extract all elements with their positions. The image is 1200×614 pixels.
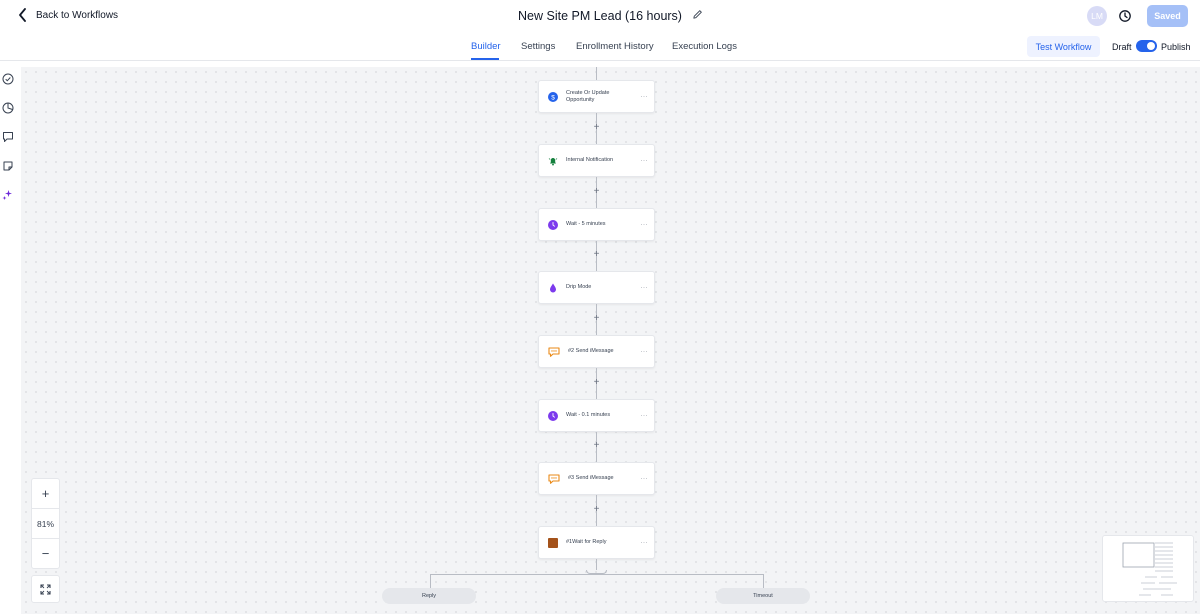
node-menu-icon[interactable]: ··· xyxy=(641,413,649,419)
publish-toggle[interactable] xyxy=(1136,40,1157,52)
minimap-preview xyxy=(1122,542,1177,596)
draft-label: Draft xyxy=(1112,42,1132,52)
svg-text:$: $ xyxy=(551,94,555,101)
add-step-button[interactable]: + xyxy=(592,187,601,197)
branch-connector xyxy=(430,574,764,575)
back-label: Back to Workflows xyxy=(36,9,119,21)
node-menu-icon[interactable]: ··· xyxy=(641,476,649,482)
branch-connector xyxy=(586,570,607,574)
tabs-bar: Builder Settings Enrollment History Exec… xyxy=(0,32,1200,61)
chat-bubble-icon xyxy=(548,346,560,357)
node-label: Wait - 0.1 minutes xyxy=(566,412,611,418)
node-menu-icon[interactable]: ··· xyxy=(641,222,649,228)
branch-connector xyxy=(763,574,764,588)
node-menu-icon[interactable]: ··· xyxy=(641,94,649,100)
node-label: #1Wait for Reply xyxy=(566,539,607,545)
node-label: #3 Send iMessage xyxy=(568,475,614,481)
node-menu-icon[interactable]: ··· xyxy=(641,540,649,546)
active-tab-indicator xyxy=(471,58,499,60)
zoom-controls: + 81% − xyxy=(31,478,60,569)
connector-line xyxy=(596,67,597,80)
fit-view-button[interactable] xyxy=(31,575,60,603)
tab-builder[interactable]: Builder xyxy=(471,41,501,52)
tab-settings[interactable]: Settings xyxy=(521,41,555,52)
connector-line xyxy=(596,559,597,570)
workflow-title: New Site PM Lead (16 hours) xyxy=(518,9,682,23)
workflow-node[interactable]: Wait - 0.1 minutes ··· xyxy=(538,399,655,432)
zoom-out-button[interactable]: − xyxy=(32,539,59,568)
chevron-left-icon xyxy=(19,8,26,22)
clock-icon xyxy=(548,410,558,421)
add-step-button[interactable]: + xyxy=(592,250,601,260)
tab-enrollment-history[interactable]: Enrollment History xyxy=(576,41,654,52)
workflow-node[interactable]: $ Create Or Update Opportunity ··· xyxy=(538,80,655,113)
node-menu-icon[interactable]: ··· xyxy=(641,158,649,164)
add-step-button[interactable]: + xyxy=(592,314,601,324)
publish-label: Publish xyxy=(1161,42,1191,52)
top-bar: Back to Workflows New Site PM Lead (16 h… xyxy=(0,0,1200,32)
minimap[interactable] xyxy=(1102,535,1194,602)
node-menu-icon[interactable]: ··· xyxy=(641,285,649,291)
saved-button[interactable]: Saved xyxy=(1147,5,1188,27)
left-rail xyxy=(0,61,20,614)
zoom-level: 81% xyxy=(32,508,59,539)
drop-icon xyxy=(550,283,556,292)
pie-chart-icon[interactable] xyxy=(2,102,14,114)
node-label: Internal Notification xyxy=(566,157,614,163)
history-icon[interactable] xyxy=(1118,9,1132,23)
node-label: Create Or Update Opportunity xyxy=(566,89,610,103)
workflow-node[interactable]: #1Wait for Reply ··· xyxy=(538,526,655,559)
chat-bubble-icon xyxy=(548,473,560,484)
add-step-button[interactable]: + xyxy=(592,505,601,515)
node-label: Drip Mode xyxy=(566,284,592,290)
branch-reply[interactable]: Reply xyxy=(382,588,476,604)
add-step-button[interactable]: + xyxy=(592,123,601,133)
comment-icon[interactable] xyxy=(2,131,14,143)
tab-execution-logs[interactable]: Execution Logs xyxy=(672,41,737,52)
test-workflow-button[interactable]: Test Workflow xyxy=(1027,36,1100,57)
toggle-knob xyxy=(1147,42,1155,50)
branch-timeout[interactable]: Timeout xyxy=(716,588,810,604)
back-to-workflows-link[interactable]: Back to Workflows xyxy=(18,8,118,22)
workflow-canvas[interactable]: $ Create Or Update Opportunity ··· + Int… xyxy=(21,67,1200,614)
workflow-node[interactable]: Wait - 5 minutes ··· xyxy=(538,208,655,241)
reply-wait-icon xyxy=(548,537,558,548)
node-menu-icon[interactable]: ··· xyxy=(641,349,649,355)
bell-icon xyxy=(548,157,558,165)
sparkles-icon[interactable] xyxy=(2,189,14,201)
expand-icon xyxy=(40,583,51,595)
clock-icon xyxy=(548,219,558,230)
node-label: Wait - 5 minutes xyxy=(566,221,606,227)
add-step-button[interactable]: + xyxy=(592,441,601,451)
workflow-node[interactable]: Drip Mode ··· xyxy=(538,271,655,304)
workflow-node[interactable]: #3 Send iMessage ··· xyxy=(538,462,655,495)
node-label: #2 Send iMessage xyxy=(568,348,614,354)
note-icon[interactable] xyxy=(2,160,14,172)
avatar[interactable]: LM xyxy=(1087,6,1107,26)
branch-connector xyxy=(430,574,431,588)
zoom-in-button[interactable]: + xyxy=(32,479,59,508)
check-circle-icon[interactable] xyxy=(2,73,14,85)
add-step-button[interactable]: + xyxy=(592,378,601,388)
workflow-node[interactable]: #2 Send iMessage ··· xyxy=(538,335,655,368)
workflow-node[interactable]: Internal Notification ··· xyxy=(538,144,655,177)
edit-title-icon[interactable] xyxy=(692,7,703,25)
dollar-icon: $ xyxy=(548,91,558,102)
